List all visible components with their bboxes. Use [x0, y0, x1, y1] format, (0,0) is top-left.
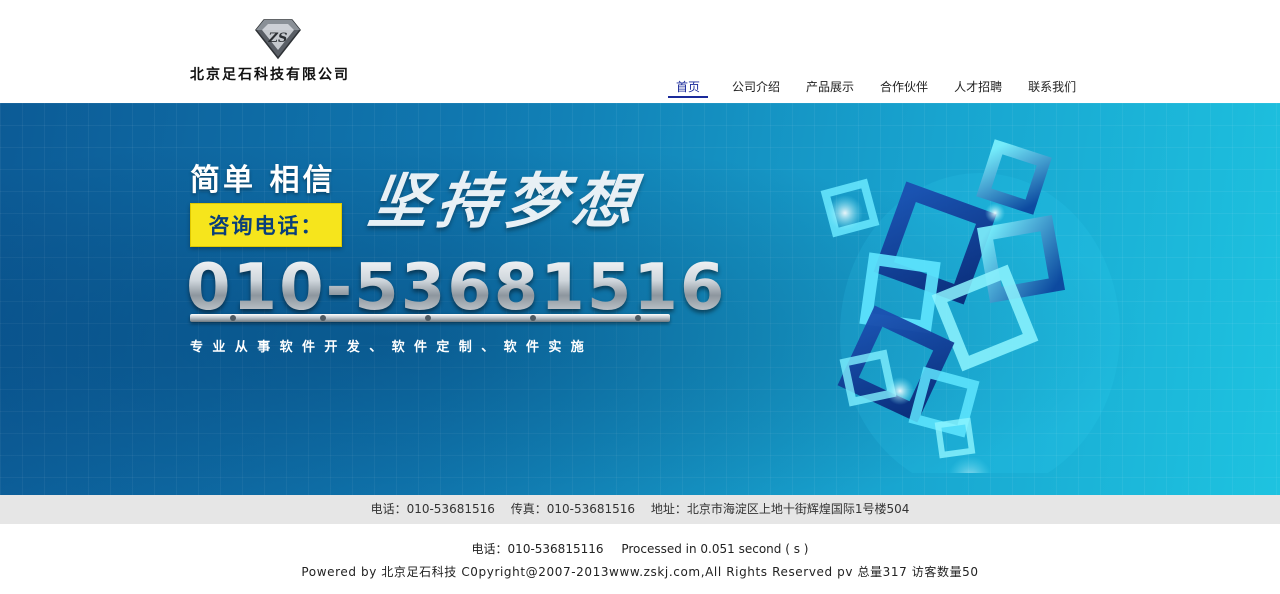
footer-line-1: 电话：010-536815116 Processed in 0.051 seco…	[0, 540, 1280, 557]
rivet-icon	[425, 315, 431, 321]
nav-item-home[interactable]: 首页	[667, 75, 709, 98]
nav-item-jobs[interactable]: 人才招聘	[954, 75, 1002, 98]
metal-bar-decoration	[190, 314, 670, 322]
glowing-squares-graphic	[820, 139, 1120, 473]
consult-phone-badge: 咨询电话：	[190, 203, 342, 247]
hero-banner: 简单 相信 坚持梦想 咨询电话： 010-53681516 专业从事软件开发、软…	[0, 103, 1280, 495]
site-header: ZS 北京足石科技有限公司 首页 公司介绍 产品展示 合作伙伴 人才招聘 联系我…	[0, 0, 1280, 103]
footer-processed: Processed in 0.051 second ( s )	[621, 542, 809, 556]
rivet-icon	[530, 315, 536, 321]
logo[interactable]: ZS 北京足石科技有限公司	[190, 18, 370, 84]
contact-info-strip: 电话：010-53681516 传真：010-53681516 地址：北京市海淀…	[0, 495, 1280, 524]
nav-item-partners[interactable]: 合作伙伴	[880, 75, 928, 98]
rivet-icon	[320, 315, 326, 321]
footer-copyright: Powered by 北京足石科技 C0pyright@2007-2013www…	[301, 565, 979, 579]
banner-slogan: 简单 相信	[190, 163, 336, 198]
main-nav: 首页 公司介绍 产品展示 合作伙伴 人才招聘 联系我们	[667, 75, 1076, 101]
nav-item-products[interactable]: 产品展示	[806, 75, 854, 98]
consult-label: 咨询电话：	[208, 214, 324, 238]
footer-tel: 电话：010-536815116	[471, 542, 604, 556]
rivet-icon	[635, 315, 641, 321]
info-address: 地址：北京市海淀区上地十街辉煌国际1号楼504	[650, 502, 910, 516]
company-name: 北京足石科技有限公司	[190, 67, 350, 83]
info-fax: 传真：010-53681516	[510, 502, 636, 516]
svg-text:ZS: ZS	[268, 31, 288, 46]
info-tel: 电话：010-53681516	[370, 502, 495, 516]
banner-calligraphy: 坚持梦想	[364, 167, 647, 237]
diamond-zs-logo-icon: ZS	[255, 19, 301, 60]
banner-tagline: 专业从事软件开发、软件定制、软件实施	[190, 340, 594, 355]
nav-item-about[interactable]: 公司介绍	[732, 75, 780, 98]
nav-item-contact[interactable]: 联系我们	[1028, 75, 1076, 98]
rivet-icon	[230, 315, 236, 321]
